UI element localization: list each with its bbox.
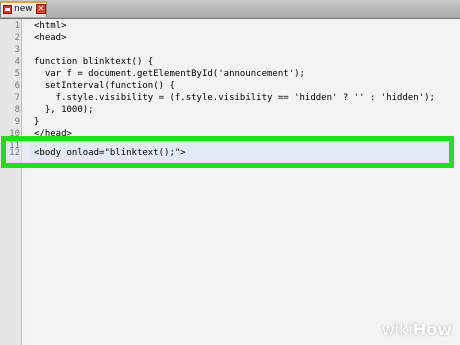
line-number: 1 [14,21,20,31]
line-number: 5 [14,69,20,79]
code-line[interactable]: setInterval(function() { [34,80,175,92]
code-line[interactable]: f.style.visibility = (f.style.visibility… [34,92,435,104]
line-number: 7 [14,93,20,103]
line-number: 9 [14,117,20,127]
text-editor-window: new 2 ✕ 1 2 3 4 5 6 7 8 9 10 <html> <hea… [0,0,460,345]
watermark-how: How [412,320,452,339]
line-number: 4 [14,57,20,67]
line-number: 8 [14,105,20,115]
tab-bar: new 2 ✕ [0,0,460,19]
code-line[interactable]: <head> [34,32,67,44]
watermark-wiki: wiki [381,320,413,339]
line-number-gutter: 1 2 3 4 5 6 7 8 9 10 [0,19,22,345]
line-number: 3 [14,45,20,55]
code-line[interactable]: <html> [34,20,67,32]
code-line[interactable]: } [34,116,39,128]
line-number: 6 [14,81,20,91]
code-line-body-onload[interactable]: <body onload="blinktext();"> [34,147,186,159]
close-icon[interactable]: ✕ [36,4,46,14]
tab-new-2[interactable]: new 2 ✕ [0,1,47,17]
code-line[interactable]: }, 1000); [34,104,94,116]
line-number: 12 [9,148,20,158]
code-line[interactable]: var f = document.getElementById('announc… [34,68,305,80]
line-number: 2 [14,33,20,43]
code-line[interactable]: function blinktext() { [34,56,153,68]
wikihow-watermark: wikiHow [382,321,452,339]
file-icon [3,5,12,14]
fold-margin [22,19,32,345]
